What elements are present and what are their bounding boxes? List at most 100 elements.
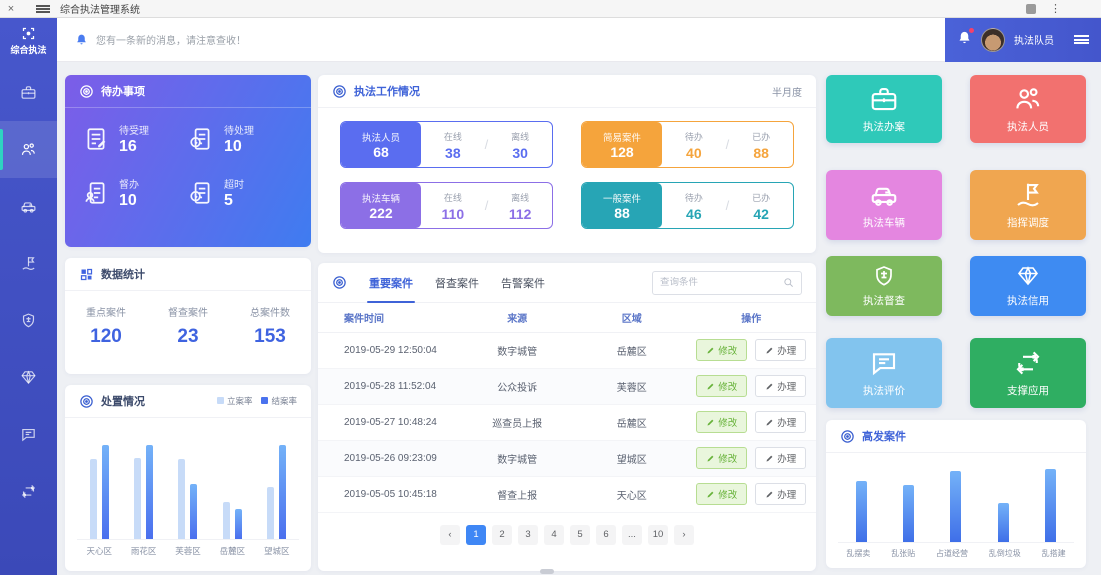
page-button[interactable]: 6 (596, 525, 616, 545)
tile-case-handling[interactable]: 执法办案 (826, 75, 942, 143)
sidebar-item-vehicle[interactable] (0, 178, 57, 235)
workbox-sub-label: 已办 (752, 193, 770, 203)
tile-evaluation[interactable]: 执法评价 (826, 338, 942, 408)
case-table: 案件时间 来源 区域 操作 2019-05-29 12:50:04 数字城管 岳… (318, 303, 816, 513)
tile-supervision[interactable]: 执法督查 (826, 256, 942, 316)
search-input[interactable] (660, 277, 777, 288)
workbox-label-area: 执法人员 68 (341, 122, 421, 167)
cell-source: 公众投诉 (457, 368, 577, 404)
page-button[interactable]: 4 (544, 525, 564, 545)
todo-item-supervise[interactable]: 督办 10 (83, 176, 188, 210)
page-button[interactable]: 3 (518, 525, 538, 545)
sidebar-item-personnel[interactable] (0, 121, 57, 178)
horizontal-scrollbar-thumb[interactable] (540, 569, 554, 574)
workbox-num: 110 (442, 206, 465, 222)
user-bell-button[interactable] (957, 30, 972, 50)
workbox-num: 38 (445, 145, 461, 161)
bar-closing-rate (190, 484, 197, 540)
legend-swatch (261, 397, 268, 404)
modify-button[interactable]: 修改 (696, 375, 747, 397)
cases-card: 重要案件 督查案件 告警案件 案件时间 来源 区域 操作 2019-05-29 … (318, 263, 816, 571)
handle-button[interactable]: 办理 (755, 447, 806, 469)
handle-button[interactable]: 办理 (755, 411, 806, 433)
todo-item-pending-process[interactable]: 待处理 10 (188, 122, 293, 156)
period-selector[interactable]: 半月度 (772, 84, 802, 99)
tile-vehicles[interactable]: 执法车辆 (826, 170, 942, 240)
target-icon (79, 84, 94, 99)
tile-credit[interactable]: 执法信用 (970, 256, 1086, 316)
cell-time: 2019-05-05 10:45:18 (318, 476, 457, 512)
user-name: 执法队员 (1014, 32, 1054, 47)
extension-icon[interactable] (1026, 4, 1036, 14)
avatar[interactable] (981, 28, 1005, 52)
pencil-icon (706, 346, 715, 355)
diamond-icon (20, 369, 37, 386)
page-ellipsis[interactable]: ... (622, 525, 642, 545)
sidebar-item-case[interactable] (0, 64, 57, 121)
page-next-button[interactable]: › (674, 525, 694, 545)
table-row: 2019-05-28 11:52:04 公众投诉 芙蓉区 修改办理 (318, 368, 816, 404)
handle-button[interactable]: 办理 (755, 339, 806, 361)
doc-person-icon (83, 180, 109, 206)
x-tick-label: 芙蓉区 (175, 545, 201, 557)
workbox-total: 88 (614, 205, 630, 221)
workbox-num: 40 (686, 145, 702, 161)
tab-close-icon[interactable]: × (0, 3, 22, 15)
tile-label: 执法督查 (863, 293, 905, 308)
tab-supervision-cases[interactable]: 督查案件 (435, 263, 479, 303)
todo-item-pending-accept[interactable]: 待受理 16 (83, 122, 188, 156)
workbox-personnel: 执法人员 68 在线38 / 离线30 (340, 121, 553, 168)
sidebar-item-support[interactable] (0, 463, 57, 520)
window-title: 综合执法管理系统 (60, 1, 140, 16)
sidebar-item-credit[interactable] (0, 349, 57, 406)
workbox-label: 执法人员 (362, 130, 400, 144)
page-button[interactable]: 1 (466, 525, 486, 545)
pencil-icon (706, 454, 715, 463)
sidebar-item-evaluation[interactable] (0, 406, 57, 463)
workbox-simple-cases: 简易案件 128 待办40 / 已办88 (581, 121, 794, 168)
comment-icon (869, 348, 899, 378)
modify-button[interactable]: 修改 (696, 411, 747, 433)
page-prev-button[interactable]: ‹ (440, 525, 460, 545)
cell-time: 2019-05-27 10:48:24 (318, 404, 457, 440)
user-menu-icon[interactable] (1074, 35, 1089, 44)
cell-region: 天心区 (577, 476, 687, 512)
handle-button[interactable]: 办理 (755, 375, 806, 397)
modify-button[interactable]: 修改 (696, 339, 747, 361)
kebab-menu-icon[interactable]: ⋮ (1050, 2, 1061, 15)
todo-item-overdue[interactable]: 超时 5 (188, 176, 293, 210)
cell-source: 数字城管 (457, 332, 577, 368)
logo-frame-icon (21, 26, 36, 41)
cell-source: 督查上报 (457, 476, 577, 512)
tile-dispatch[interactable]: 指挥调度 (970, 170, 1086, 240)
work-situation-card: 执法工作情况 半月度 执法人员 68 在线38 / 离线30 简易案件 128 (318, 75, 816, 253)
modify-button[interactable]: 修改 (696, 483, 747, 505)
pencil-icon (706, 418, 715, 427)
bar-closing-rate (102, 445, 109, 539)
disposal-x-axis: 天心区雨花区芙蓉区岳麓区望城区 (77, 540, 299, 557)
tab-alert-cases[interactable]: 告警案件 (501, 263, 545, 303)
menu-icon[interactable] (36, 5, 50, 13)
cell-region: 岳麓区 (577, 332, 687, 368)
bar-closing-rate (279, 445, 286, 539)
cell-operations: 修改办理 (687, 332, 817, 368)
handle-button[interactable]: 办理 (755, 483, 806, 505)
sidebar-item-supervision[interactable] (0, 292, 57, 349)
workbox-total: 128 (610, 144, 633, 160)
modify-button[interactable]: 修改 (696, 447, 747, 469)
page-button[interactable]: 5 (570, 525, 590, 545)
page-button[interactable]: 2 (492, 525, 512, 545)
bar-filing-rate (267, 487, 274, 539)
data-stats-card: 数据统计 重点案件 120 督查案件 23 总案件数 153 (65, 258, 311, 374)
page-button[interactable]: 10 (648, 525, 668, 545)
todo-value: 16 (119, 138, 149, 156)
tile-support-apps[interactable]: 支撑应用 (970, 338, 1086, 408)
user-area: 执法队员 (945, 18, 1101, 62)
tile-personnel[interactable]: 执法人员 (970, 75, 1086, 143)
sync-icon (1013, 348, 1043, 378)
tab-important-cases[interactable]: 重要案件 (369, 263, 413, 303)
target-icon (332, 84, 347, 99)
bar-group (178, 428, 197, 539)
sidebar-item-dispatch[interactable] (0, 235, 57, 292)
bar-group (223, 428, 242, 539)
